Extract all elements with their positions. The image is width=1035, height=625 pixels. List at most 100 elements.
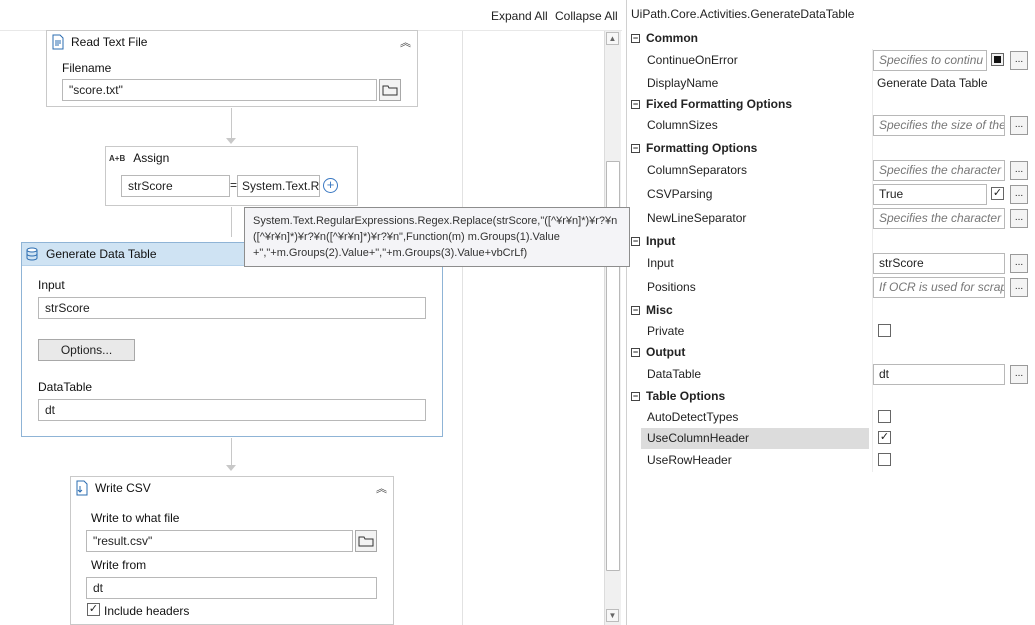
datatable-property-input[interactable]: dt: [873, 364, 1005, 385]
tooltip-line: System.Text.RegularExpressions.Regex.Rep…: [253, 215, 618, 227]
private-checkbox[interactable]: [878, 324, 891, 337]
use-row-header-checkbox[interactable]: [878, 453, 891, 466]
category-fixed-formatting[interactable]: − Fixed Formatting Options: [627, 94, 1029, 114]
browse-folder-icon[interactable]: [355, 530, 377, 552]
property-name: Private: [647, 324, 685, 338]
property-name: UseRowHeader: [647, 453, 732, 467]
collapse-category-icon[interactable]: −: [631, 236, 640, 246]
continue-on-error-input[interactable]: Specifies to continu: [873, 50, 987, 71]
properties-panel: UiPath.Core.Activities.GenerateDataTable…: [626, 0, 1035, 625]
category-label: Common: [646, 31, 698, 45]
properties-title: UiPath.Core.Activities.GenerateDataTable: [631, 7, 855, 21]
property-input[interactable]: Input strScore ...: [641, 253, 1029, 275]
assign-title: Assign: [133, 151, 170, 165]
read-text-file-activity[interactable]: Read Text File ︽ Filename "score.txt": [46, 30, 418, 107]
property-name: AutoDetectTypes: [647, 410, 739, 424]
collapse-category-icon[interactable]: −: [631, 391, 640, 401]
column-separators-input[interactable]: Specifies the character u: [873, 160, 1005, 181]
datatable-field[interactable]: dt: [38, 399, 426, 421]
property-column-sizes[interactable]: ColumnSizes Specifies the size of the ..…: [641, 115, 1029, 137]
connector-arrow: [226, 465, 236, 471]
assign-activity[interactable]: A+B Assign strScore = System.Text.Re +: [105, 146, 358, 206]
use-column-header-checkbox[interactable]: ✓: [878, 431, 891, 444]
ellipsis-button[interactable]: ...: [1010, 254, 1028, 273]
auto-detect-types-checkbox[interactable]: [878, 410, 891, 423]
newline-separator-input[interactable]: Specifies the character u: [873, 208, 1005, 229]
designer-toolbar: Expand All Collapse All: [0, 0, 622, 31]
category-table-options[interactable]: − Table Options: [627, 386, 1029, 406]
browse-folder-icon[interactable]: [379, 79, 401, 101]
property-newline-separator[interactable]: NewLineSeparator Specifies the character…: [641, 208, 1029, 230]
property-name: ColumnSeparators: [647, 163, 748, 177]
collapse-category-icon[interactable]: −: [631, 99, 640, 109]
property-name: ContinueOnError: [647, 53, 738, 67]
category-label: Input: [646, 234, 676, 248]
category-label: Fixed Formatting Options: [646, 97, 792, 111]
assign-to-input[interactable]: strScore: [121, 175, 230, 197]
options-button[interactable]: Options...: [38, 339, 135, 361]
read-file-icon: [51, 34, 65, 50]
collapse-category-icon[interactable]: −: [631, 143, 640, 153]
ellipsis-button[interactable]: ...: [1010, 365, 1028, 384]
ellipsis-button[interactable]: ...: [1010, 209, 1028, 228]
write-to-file-input[interactable]: "result.csv": [86, 530, 353, 552]
category-label: Formatting Options: [646, 141, 758, 155]
property-name: CSVParsing: [647, 187, 713, 201]
property-positions[interactable]: Positions If OCR is used for scrapi ...: [641, 277, 1029, 299]
read-text-file-title: Read Text File: [71, 35, 148, 49]
property-auto-detect-types[interactable]: AutoDetectTypes: [641, 407, 1029, 429]
category-input[interactable]: − Input: [627, 231, 1029, 251]
ellipsis-button[interactable]: ...: [1010, 51, 1028, 70]
category-formatting[interactable]: − Formatting Options: [627, 138, 1029, 158]
filename-input[interactable]: "score.txt": [62, 79, 377, 101]
include-headers-checkbox[interactable]: ✓: [87, 603, 100, 616]
collapse-category-icon[interactable]: −: [631, 33, 640, 43]
data-table-icon: [25, 247, 39, 261]
read-text-file-header[interactable]: Read Text File: [47, 31, 417, 53]
ellipsis-button[interactable]: ...: [1010, 278, 1028, 297]
input-property-input[interactable]: strScore: [873, 253, 1005, 274]
continue-on-error-toggle[interactable]: [991, 53, 1004, 66]
add-icon[interactable]: +: [323, 178, 338, 193]
include-headers-label: Include headers: [104, 604, 190, 618]
property-name: NewLineSeparator: [647, 211, 747, 225]
workflow-designer: Expand All Collapse All ▲ ▼ Read Text Fi…: [0, 0, 630, 625]
write-csv-header[interactable]: Write CSV: [71, 477, 393, 499]
property-column-separators[interactable]: ColumnSeparators Specifies the character…: [641, 160, 1029, 182]
column-sizes-input[interactable]: Specifies the size of the: [873, 115, 1005, 136]
write-csv-activity[interactable]: Write CSV ︽ Write to what file "result.c…: [70, 476, 394, 625]
ellipsis-button[interactable]: ...: [1010, 116, 1028, 135]
scroll-up-button[interactable]: ▲: [606, 32, 619, 45]
collapse-icon[interactable]: ︽: [376, 480, 387, 496]
write-from-input[interactable]: dt: [86, 577, 377, 599]
csv-parsing-input[interactable]: True: [873, 184, 987, 205]
property-use-column-header[interactable]: UseColumnHeader ✓: [641, 428, 1029, 450]
category-misc[interactable]: − Misc: [627, 300, 1029, 320]
expand-all-link[interactable]: Expand All: [491, 9, 548, 23]
positions-input[interactable]: If OCR is used for scrapi: [873, 277, 1005, 298]
assign-value-input[interactable]: System.Text.Re: [237, 175, 320, 197]
ellipsis-button[interactable]: ...: [1010, 185, 1028, 204]
assign-header[interactable]: A+B Assign: [106, 147, 357, 169]
property-private[interactable]: Private: [641, 321, 1029, 343]
property-name: ColumnSizes: [647, 118, 718, 132]
write-from-label: Write from: [91, 558, 147, 572]
property-csv-parsing[interactable]: CSVParsing True ✓ ...: [641, 184, 1029, 206]
category-output[interactable]: − Output: [627, 342, 1029, 362]
scroll-down-button[interactable]: ▼: [606, 609, 619, 622]
property-use-row-header[interactable]: UseRowHeader: [641, 450, 1029, 472]
generate-data-table-activity[interactable]: Generate Data Table Input strScore Optio…: [21, 242, 443, 437]
collapse-category-icon[interactable]: −: [631, 347, 640, 357]
csv-parsing-checkbox[interactable]: ✓: [991, 187, 1004, 200]
collapse-category-icon[interactable]: −: [631, 305, 640, 315]
designer-scrollbar[interactable]: ▲ ▼: [604, 31, 621, 625]
collapse-all-link[interactable]: Collapse All: [555, 9, 618, 23]
property-datatable[interactable]: DataTable dt ...: [641, 364, 1029, 386]
input-field[interactable]: strScore: [38, 297, 426, 319]
collapse-icon[interactable]: ︽: [400, 34, 411, 50]
ellipsis-button[interactable]: ...: [1010, 161, 1028, 180]
display-name-value[interactable]: Generate Data Table: [877, 76, 988, 90]
property-continue-on-error[interactable]: ContinueOnError Specifies to continu ...: [641, 50, 1029, 72]
property-display-name[interactable]: DisplayName Generate Data Table: [641, 73, 1029, 95]
category-common[interactable]: − Common: [627, 28, 1029, 48]
